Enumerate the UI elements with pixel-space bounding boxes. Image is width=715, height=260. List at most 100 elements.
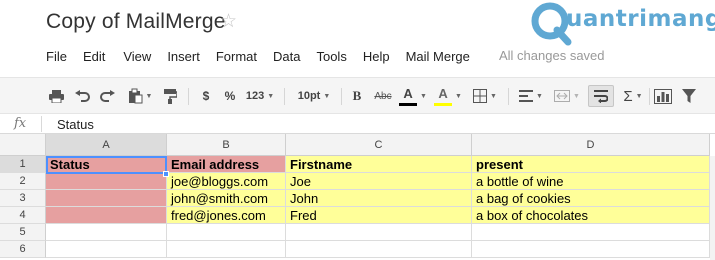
row-header-4[interactable]: 4 xyxy=(0,207,46,224)
chevron-down-icon: ▼ xyxy=(145,92,153,100)
percent-format-button[interactable]: % xyxy=(222,85,238,107)
save-status: All changes saved xyxy=(499,48,605,63)
text-color-label: A xyxy=(403,86,413,101)
undo-button[interactable] xyxy=(73,85,91,107)
row-header-3[interactable]: 3 xyxy=(0,190,46,207)
watermark-text: uantrimang xyxy=(566,6,715,32)
print-icon xyxy=(48,90,64,103)
cell-b6[interactable] xyxy=(167,241,286,258)
wrap-text-button[interactable] xyxy=(588,85,614,107)
cell-c3[interactable]: John xyxy=(286,190,472,207)
row-header-1[interactable]: 1 xyxy=(0,156,46,173)
text-color-icon: A xyxy=(399,86,418,106)
cell-c6[interactable] xyxy=(286,241,472,258)
bold-button[interactable]: B xyxy=(349,85,365,107)
fill-handle[interactable] xyxy=(163,171,169,177)
chevron-down-icon: ▼ xyxy=(323,92,331,100)
number-format-button[interactable]: 123 ▼ xyxy=(243,85,277,107)
currency-format-button[interactable]: $ xyxy=(198,85,214,107)
cell-d3[interactable]: a bag of cookies xyxy=(472,190,710,207)
column-header-c[interactable]: C xyxy=(286,134,472,156)
cell-a1[interactable]: Status xyxy=(46,156,167,173)
toolbar: ▼ $ % 123 ▼ 10pt ▼ B Abc A ▼ A ▼ ▼ ▼ ▼ Σ… xyxy=(0,77,715,114)
chart-icon xyxy=(654,88,672,104)
toolbar-divider xyxy=(284,88,285,105)
sum-icon: Σ xyxy=(623,87,633,105)
print-button[interactable] xyxy=(47,85,65,107)
merge-cells-icon xyxy=(554,90,571,102)
font-size-select[interactable]: 10pt ▼ xyxy=(293,85,335,107)
cell-c2[interactable]: Joe xyxy=(286,173,472,190)
chevron-down-icon: ▼ xyxy=(267,92,275,100)
column-header-a[interactable]: A xyxy=(46,134,167,156)
cell-d1[interactable]: present xyxy=(472,156,710,173)
menu-help[interactable]: Help xyxy=(363,49,390,64)
font-size-label: 10pt xyxy=(297,90,321,102)
row-header-2[interactable]: 2 xyxy=(0,173,46,190)
cell-c5[interactable] xyxy=(286,224,472,241)
cell-a2[interactable] xyxy=(46,173,167,190)
cell-b5[interactable] xyxy=(167,224,286,241)
chevron-down-icon: ▼ xyxy=(455,92,462,100)
column-header-d[interactable]: D xyxy=(472,134,710,156)
toolbar-divider xyxy=(188,88,189,105)
redo-button[interactable] xyxy=(98,85,116,107)
align-button[interactable]: ▼ xyxy=(516,85,546,107)
menu-mail-merge[interactable]: Mail Merge xyxy=(406,49,470,64)
fill-color-label: A xyxy=(438,86,448,101)
vertical-scrollbar[interactable] xyxy=(710,156,715,260)
column-header-b[interactable]: B xyxy=(167,134,286,156)
text-color-button[interactable]: A ▼ xyxy=(398,85,428,107)
formula-input[interactable]: Status xyxy=(57,117,94,132)
menu-bar: File Edit View Insert Format Data Tools … xyxy=(46,47,486,65)
number-format-label: 123 xyxy=(245,90,265,102)
cell-a6[interactable] xyxy=(46,241,167,258)
borders-button[interactable]: ▼ xyxy=(469,85,501,107)
row-header-6[interactable]: 6 xyxy=(0,241,46,258)
toolbar-divider xyxy=(508,88,509,105)
menu-format[interactable]: Format xyxy=(216,49,257,64)
cell-d5[interactable] xyxy=(472,224,710,241)
menu-insert[interactable]: Insert xyxy=(167,49,200,64)
fill-color-icon: A xyxy=(434,86,453,106)
toolbar-divider xyxy=(341,88,342,105)
menu-data[interactable]: Data xyxy=(273,49,300,64)
functions-button[interactable]: Σ ▼ xyxy=(619,85,647,107)
cell-a5[interactable] xyxy=(46,224,167,241)
cell-b4[interactable]: fred@jones.com xyxy=(167,207,286,224)
fill-color-swatch xyxy=(434,103,453,106)
text-color-swatch xyxy=(399,103,418,106)
cell-b2[interactable]: joe@bloggs.com xyxy=(167,173,286,190)
cell-d6[interactable] xyxy=(472,241,710,258)
formula-bar: fx Status xyxy=(0,114,715,134)
menu-edit[interactable]: Edit xyxy=(83,49,105,64)
cell-d4[interactable]: a box of chocolates xyxy=(472,207,710,224)
cell-a4[interactable] xyxy=(46,207,167,224)
merge-cells-button[interactable]: ▼ xyxy=(552,85,582,107)
cell-b3[interactable]: john@smith.com xyxy=(167,190,286,207)
menu-file[interactable]: File xyxy=(46,49,67,64)
document-title[interactable]: Copy of MailMerge xyxy=(46,10,226,34)
row-header-5[interactable]: 5 xyxy=(0,224,46,241)
strikethrough-button[interactable]: Abc xyxy=(372,85,394,107)
cell-b1[interactable]: Email address xyxy=(167,156,286,173)
chevron-down-icon: ▼ xyxy=(635,92,643,100)
menu-view[interactable]: View xyxy=(123,49,151,64)
insert-chart-button[interactable] xyxy=(652,85,674,107)
cell-c1[interactable]: Firstname xyxy=(286,156,472,173)
menu-tools[interactable]: Tools xyxy=(316,49,346,64)
select-all-corner[interactable] xyxy=(0,134,46,156)
paste-format-button[interactable]: ▼ xyxy=(124,85,156,107)
chevron-down-icon: ▼ xyxy=(490,92,497,100)
star-icon[interactable]: ☆ xyxy=(220,10,237,33)
fill-color-button[interactable]: A ▼ xyxy=(433,85,463,107)
filter-button[interactable] xyxy=(679,85,699,107)
watermark-logo: uantrimang xyxy=(520,0,715,46)
cell-d2[interactable]: a bottle of wine xyxy=(472,173,710,190)
paint-format-button[interactable] xyxy=(160,85,180,107)
redo-icon xyxy=(99,90,115,102)
formula-divider xyxy=(41,116,42,132)
cell-a3[interactable] xyxy=(46,190,167,207)
paint-format-icon xyxy=(164,89,177,104)
cell-c4[interactable]: Fred xyxy=(286,207,472,224)
